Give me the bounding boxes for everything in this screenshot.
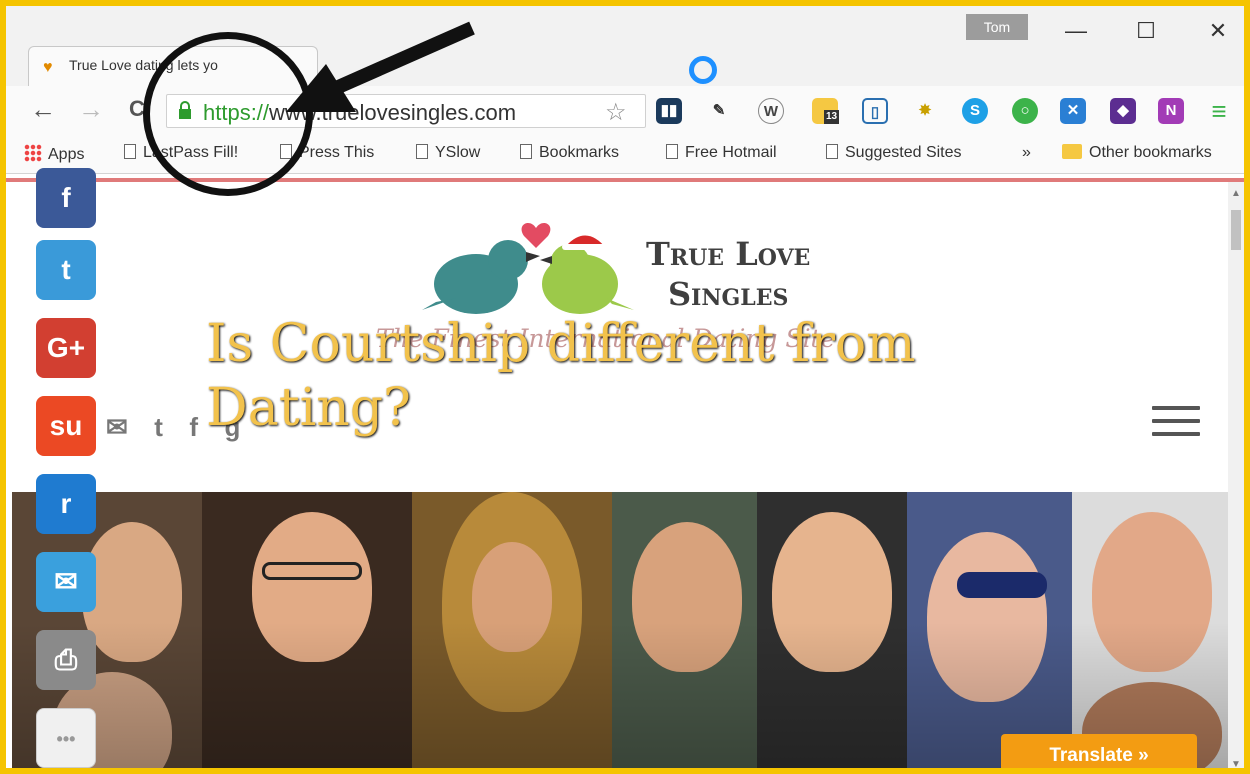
- lovebirds-logo-icon: [422, 222, 634, 314]
- notes-extension-icon[interactable]: 13: [812, 98, 840, 124]
- scroll-up-icon[interactable]: ▲: [1231, 188, 1241, 199]
- minimize-button[interactable]: —: [1056, 16, 1096, 46]
- crossover-extension-icon[interactable]: ✕: [1060, 98, 1086, 124]
- bookmark-item[interactable]: Bookmarks: [520, 144, 619, 162]
- annotation-arrow-icon: [286, 21, 475, 112]
- maximize-button[interactable]: ☐: [1126, 16, 1166, 46]
- profile-button[interactable]: Tom: [966, 14, 1028, 40]
- cortana-ring-icon: [689, 56, 717, 84]
- page-icon: [124, 144, 136, 159]
- facebook-share-button[interactable]: f: [36, 168, 96, 228]
- device-extension-icon[interactable]: ▯: [862, 98, 888, 124]
- stumbleupon-share-button[interactable]: su: [36, 396, 96, 456]
- bookmark-item[interactable]: Free Hotmail: [666, 144, 777, 162]
- bookmark-item[interactable]: Suggested Sites: [826, 144, 962, 162]
- page-icon: [826, 144, 838, 159]
- translate-button[interactable]: Translate »: [1001, 734, 1197, 768]
- bookmark-star-icon[interactable]: ☆: [605, 98, 627, 127]
- menu-icon[interactable]: ≡: [1206, 98, 1232, 124]
- browser-window: ♥ True Love dating lets yo Tom — ☐ ✕ ← → …: [0, 0, 1250, 774]
- forward-button[interactable]: →: [76, 94, 106, 124]
- page-icon: [416, 144, 428, 159]
- purple-extension-icon[interactable]: ◆: [1110, 98, 1136, 124]
- facebook-icon[interactable]: f: [189, 412, 198, 443]
- other-bookmarks-folder[interactable]: Other bookmarks: [1062, 144, 1212, 162]
- page-icon: [520, 144, 532, 159]
- page-scrollbar[interactable]: ▲ ▼: [1228, 182, 1244, 768]
- twitter-share-button[interactable]: t: [36, 240, 96, 300]
- scroll-down-icon[interactable]: ▼: [1231, 759, 1241, 768]
- evernote-extension-icon[interactable]: ✎: [706, 98, 732, 124]
- bookmark-apps[interactable]: Apps: [24, 144, 84, 164]
- wordpress-extension-icon[interactable]: W: [758, 98, 784, 124]
- hero-banner[interactable]: [12, 492, 1228, 768]
- twitter-icon[interactable]: t: [154, 412, 163, 443]
- scroll-thumb[interactable]: [1231, 210, 1241, 250]
- back-button[interactable]: ←: [28, 94, 58, 124]
- page-viewport: True Love Singles The Finest Internation…: [6, 174, 1244, 768]
- heart-favicon-icon: ♥: [43, 59, 53, 76]
- onenote-extension-icon[interactable]: N: [1158, 98, 1184, 124]
- hamburger-menu-icon[interactable]: [1152, 406, 1200, 438]
- hero-title[interactable]: Is Courtship different from Dating?: [206, 312, 926, 440]
- logo-text: True Love Singles: [646, 235, 811, 313]
- bookmarks-overflow-button[interactable]: »: [1022, 144, 1031, 162]
- green-extension-icon[interactable]: ○: [1012, 98, 1038, 124]
- more-share-button[interactable]: •••: [36, 708, 96, 768]
- page-icon: [666, 144, 678, 159]
- folder-icon: [1062, 144, 1082, 159]
- skype-extension-icon[interactable]: S: [962, 98, 988, 124]
- email-share-button[interactable]: ✉: [36, 552, 96, 612]
- apps-grid-icon: [24, 144, 42, 162]
- bookmark-item[interactable]: YSlow: [416, 144, 480, 162]
- google-plus-share-button[interactable]: G+: [36, 318, 96, 378]
- close-button[interactable]: ✕: [1198, 16, 1238, 46]
- site-logo[interactable]: True Love Singles: [416, 194, 856, 314]
- print-share-button[interactable]: ⎙: [36, 630, 96, 690]
- email-icon[interactable]: ✉: [106, 412, 128, 443]
- reddit-share-button[interactable]: r: [36, 474, 96, 534]
- analytics-extension-icon[interactable]: ▮▮: [656, 98, 682, 124]
- gear-extension-icon[interactable]: ✸: [912, 98, 938, 124]
